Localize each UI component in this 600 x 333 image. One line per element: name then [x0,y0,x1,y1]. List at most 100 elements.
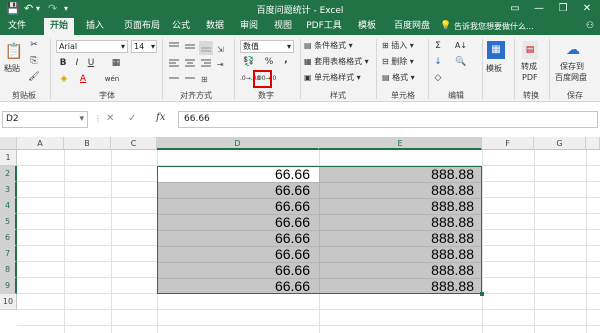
tell-me-search[interactable]: 告诉我您想要做什么... [454,18,576,35]
tab-data[interactable]: 数据 [200,18,230,35]
format-painter-icon[interactable]: 🖌 [28,71,40,83]
name-box[interactable]: D2 ▾ [2,111,88,128]
cell-e6[interactable]: 888.88 [319,230,479,246]
tab-review[interactable]: 审阅 [234,18,264,35]
font-color-button[interactable]: A [78,73,88,85]
row-header-1[interactable]: 1 [0,150,17,166]
col-header-c[interactable]: C [111,137,157,150]
underline-button[interactable]: U [86,57,96,69]
save-netdisk-line2[interactable]: 百度网盘 [555,72,587,83]
tab-home[interactable]: 开始 [44,18,74,35]
formula-input[interactable]: 66.66 [178,111,598,128]
convert-pdf-line2[interactable]: PDF [522,72,538,83]
paste-icon[interactable]: 📋 [4,41,24,61]
cell-d9[interactable]: 66.66 [157,278,315,294]
clear-icon[interactable]: ◇ [432,72,444,84]
cell-e4[interactable]: 888.88 [319,198,479,214]
fill-color-button[interactable]: ◈ [58,73,70,85]
insert-function-icon[interactable]: fx [156,112,165,123]
cut-icon[interactable]: ✂ [28,39,40,51]
conditional-format-button[interactable]: ▤ 条件格式 ▾ [304,40,353,51]
col-header-d[interactable]: D [157,137,319,150]
close-button[interactable]: ✕ [576,1,598,17]
row-header-6[interactable]: 6 [0,230,17,246]
account-icon[interactable]: ⚇ [584,18,596,35]
row-header-3[interactable]: 3 [0,182,17,198]
cancel-icon[interactable]: ✕ [106,113,114,124]
cell-d7[interactable]: 66.66 [157,246,315,262]
template-icon[interactable]: ▦ [487,41,505,59]
italic-button[interactable]: I [72,57,82,69]
enter-icon[interactable]: ✓ [128,113,136,124]
worksheet-grid[interactable]: A B C D E F G 1 2 3 4 5 6 7 8 9 10 66.66… [0,137,600,333]
minimize-button[interactable]: — [528,1,550,17]
tab-page-layout[interactable]: 页面布局 [114,18,170,35]
row-header-10[interactable]: 10 [0,294,17,310]
col-header-b[interactable]: B [64,137,111,150]
baidu-cloud-icon[interactable]: ☁ [564,41,582,59]
col-header-g[interactable]: G [534,137,586,150]
increase-decimal-button[interactable]: .0→.00 [240,73,260,85]
phonetic-button[interactable]: wén [102,73,122,85]
tab-file[interactable]: 文件 [2,18,32,35]
col-header-e[interactable]: E [319,137,482,150]
convert-pdf-line1[interactable]: 转成 [521,61,537,72]
format-cells-button[interactable]: ▤ 格式 ▾ [382,72,415,83]
paste-button[interactable]: 粘贴 [4,63,20,74]
select-all-corner[interactable] [0,137,17,150]
copy-icon[interactable]: ⎘ [28,55,40,67]
number-format-select[interactable]: 数值 ▾ [240,40,294,53]
bold-button[interactable]: B [58,57,68,69]
row-header-8[interactable]: 8 [0,262,17,278]
template-button[interactable]: 模板 [486,63,502,74]
col-header-a[interactable]: A [17,137,64,150]
cell-d5[interactable]: 66.66 [157,214,315,230]
cell-d3[interactable]: 66.66 [157,182,315,198]
fill-icon[interactable]: ↓ [432,56,444,68]
format-as-table-button[interactable]: ▦ 套用表格格式 ▾ [304,56,369,67]
cell-d6[interactable]: 66.66 [157,230,315,246]
comma-button[interactable]: , [282,54,290,66]
row-header-4[interactable]: 4 [0,198,17,214]
fill-handle[interactable] [480,292,484,296]
row-header-9[interactable]: 9 [0,278,17,294]
row-header-7[interactable]: 7 [0,246,17,262]
cell-e7[interactable]: 888.88 [319,246,479,262]
tab-formulas[interactable]: 公式 [166,18,196,35]
sort-filter-icon[interactable]: A↓ [452,40,470,52]
tab-view[interactable]: 视图 [268,18,298,35]
tab-templates[interactable]: 模板 [352,18,382,35]
currency-icon[interactable]: 💱 [242,56,256,68]
row-header-5[interactable]: 5 [0,214,17,230]
col-header-h[interactable] [586,137,600,150]
tab-baidu-netdisk[interactable]: 百度网盘 [388,18,436,35]
percent-button[interactable]: % [264,56,274,68]
font-size-select[interactable]: 14 ▾ [131,40,157,53]
save-netdisk-line1[interactable]: 保存到 [560,61,584,72]
cell-e5[interactable]: 888.88 [319,214,479,230]
ribbon-options-icon[interactable]: ▭ [504,1,526,17]
col-header-f[interactable]: F [482,137,534,150]
pdf-icon[interactable]: ▤ [522,41,538,59]
border-button[interactable]: ▦ [110,57,122,69]
cell-e9[interactable]: 888.88 [319,278,479,294]
alignment-buttons[interactable]: ⇲ ⇥ ⊞ [167,40,227,88]
cell-e2[interactable]: 888.88 [319,166,479,182]
chevron-down-icon[interactable]: ▾ [79,112,84,127]
font-name-select[interactable]: Arial ▾ [56,40,128,53]
cell-d8[interactable]: 66.66 [157,262,315,278]
cell-styles-button[interactable]: ▣ 单元格样式 ▾ [304,72,361,83]
cell-e3[interactable]: 888.88 [319,182,479,198]
row-header-2[interactable]: 2 [0,166,17,182]
tab-pdf-tools[interactable]: PDF工具 [302,18,346,35]
ribbon: 📋 粘贴 ✂ ⎘ 🖌 剪贴板 Arial ▾ 14 ▾ B I U ▦ ◈ A wé… [0,35,600,102]
restore-button[interactable]: ❐ [552,1,574,17]
cell-d4[interactable]: 66.66 [157,198,315,214]
delete-cells-button[interactable]: ⊟ 删除 ▾ [382,56,414,67]
insert-cells-button[interactable]: ⊞ 插入 ▾ [382,40,414,51]
cell-d2[interactable]: 66.66 [157,166,315,182]
autosum-icon[interactable]: Σ [432,40,444,52]
cell-e8[interactable]: 888.88 [319,262,479,278]
find-icon[interactable]: 🔍 [452,56,470,68]
tab-insert[interactable]: 插入 [80,18,110,35]
